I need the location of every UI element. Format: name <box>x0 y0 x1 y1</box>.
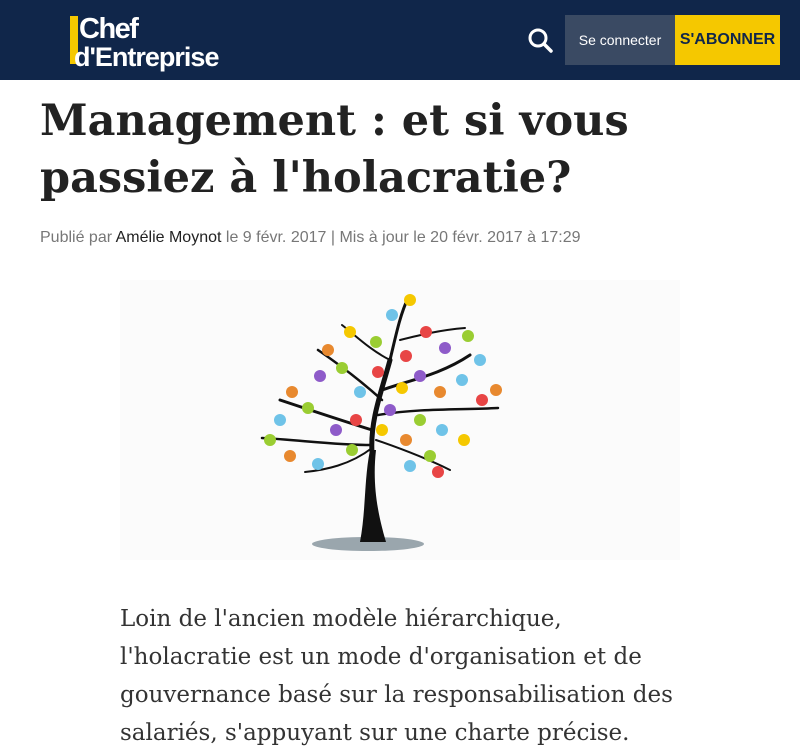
article-byline: Publié par Amélie Moynot le 9 févr. 2017… <box>40 229 581 247</box>
article-lead: Loin de l'ancien modèle hiérarchique, l'… <box>120 606 673 746</box>
article-title: Management : et si vous passiez à l'hola… <box>40 96 629 203</box>
site-header: Chef d'Entreprise Se connecter S'ABONNER <box>0 0 800 80</box>
author-link[interactable]: Amélie Moynot <box>116 229 222 246</box>
subscribe-button[interactable]: S'ABONNER <box>675 15 780 65</box>
byline-separator: | <box>330 229 336 246</box>
search-icon[interactable] <box>526 26 554 54</box>
byline-prefix: Publié par <box>40 229 113 246</box>
site-logo[interactable]: Chef d'Entreprise <box>70 13 240 72</box>
logo-line-1: Chef <box>79 13 139 45</box>
logo-line-2: d'Entreprise <box>74 42 219 72</box>
updated-date: Mis à jour le 20 févr. 2017 à 17:29 <box>339 229 581 246</box>
published-date: le 9 févr. 2017 <box>225 229 327 246</box>
article-image <box>120 280 680 560</box>
login-button[interactable]: Se connecter <box>565 15 675 65</box>
